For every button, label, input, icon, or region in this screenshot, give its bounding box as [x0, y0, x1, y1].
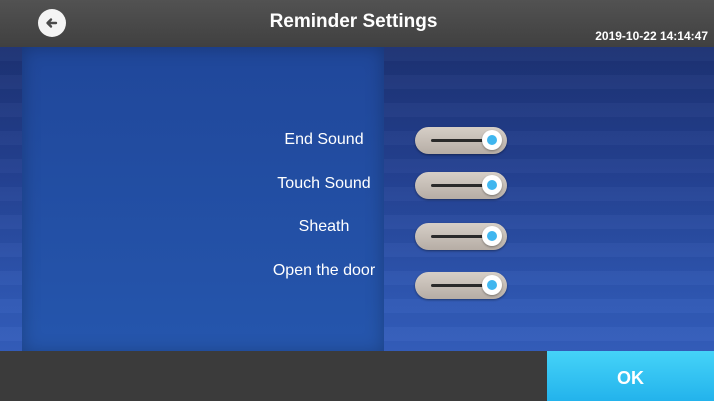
toggle-open-the-door[interactable] — [415, 272, 507, 299]
toggle-touch-sound[interactable] — [415, 172, 507, 199]
setting-label-open-the-door: Open the door — [272, 262, 376, 279]
toggle-knob — [482, 175, 502, 195]
setting-label-touch-sound: Touch Sound — [277, 175, 371, 192]
toggle-knob — [482, 130, 502, 150]
toggle-track — [431, 284, 487, 287]
setting-label-end-sound: End Sound — [284, 131, 364, 148]
settings-list: End Sound Touch Sound Sheath Open the do… — [0, 0, 714, 401]
toggle-end-sound[interactable] — [415, 127, 507, 154]
toggle-track — [431, 139, 487, 142]
reminder-settings-screen: Reminder Settings 2019-10-22 14:14:47 En… — [0, 0, 714, 401]
toggle-track — [431, 235, 487, 238]
toggle-sheath[interactable] — [415, 223, 507, 250]
toggle-track — [431, 184, 487, 187]
toggle-knob — [482, 275, 502, 295]
toggle-knob — [482, 226, 502, 246]
setting-label-sheath: Sheath — [298, 218, 350, 235]
